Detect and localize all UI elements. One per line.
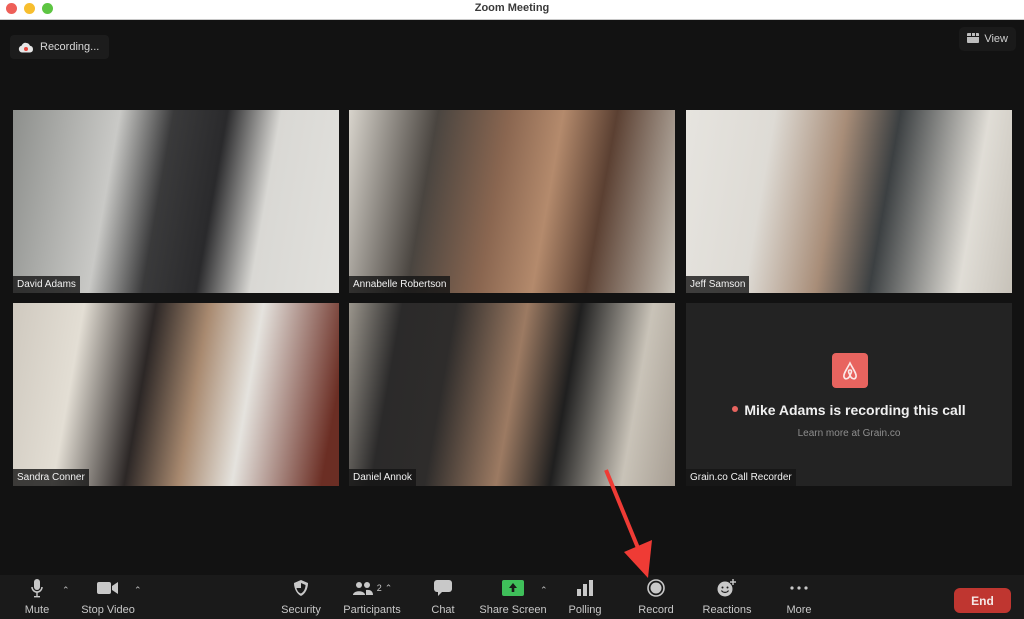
participant-name: David Adams — [13, 276, 80, 293]
mute-button[interactable]: Mute — [18, 575, 56, 619]
recording-label: Recording... — [40, 41, 100, 53]
video-options-caret[interactable]: ⌃ — [134, 585, 142, 596]
more-button[interactable]: More — [784, 575, 814, 619]
polling-button[interactable]: Polling — [566, 575, 604, 619]
title-bar: Zoom Meeting — [0, 0, 1024, 20]
participants-count: 2 — [376, 583, 382, 593]
participant-name: Annabelle Robertson — [349, 276, 451, 293]
shield-icon — [293, 575, 309, 601]
bar-chart-icon — [577, 575, 593, 601]
end-meeting-button[interactable]: End — [954, 588, 1011, 613]
participant-name: Jeff Samson — [686, 276, 750, 293]
more-label: More — [786, 604, 812, 616]
video-camera-icon — [97, 575, 119, 601]
chat-button[interactable]: Chat — [428, 575, 458, 619]
share-options-caret[interactable]: ⌃ — [540, 585, 548, 596]
stop-video-button[interactable]: Stop Video — [78, 575, 138, 619]
share-screen-label: Share Screen — [479, 604, 547, 616]
video-tile[interactable]: Sandra Conner — [13, 303, 339, 486]
grid-view-icon — [967, 32, 980, 46]
mute-label: Mute — [24, 604, 50, 616]
meeting-toolbar: Mute ⌃ Stop Video ⌃ Security 2 ⌃ Partici… — [0, 575, 1024, 619]
video-tile[interactable]: Daniel Annok — [349, 303, 675, 486]
participants-button[interactable]: 2 ⌃ Participants — [340, 575, 404, 619]
participants-options-caret[interactable]: ⌃ — [385, 583, 393, 594]
record-icon — [647, 575, 665, 601]
record-label: Record — [638, 604, 674, 616]
record-button[interactable]: Record — [636, 575, 676, 619]
learn-more-text[interactable]: Learn more at Grain.co — [686, 428, 1012, 439]
recording-dot-icon — [732, 406, 739, 413]
recording-indicator[interactable]: Recording... — [10, 35, 110, 59]
smiley-plus-icon — [717, 575, 737, 601]
recording-notice: Mike Adams is recording this call — [686, 402, 1012, 418]
participants-label: Participants — [343, 604, 401, 616]
video-tile[interactable]: David Adams — [13, 110, 339, 293]
people-icon — [352, 582, 373, 595]
share-screen-icon — [502, 575, 524, 601]
cloud-record-icon — [18, 42, 34, 53]
polling-label: Polling — [568, 604, 602, 616]
window-title: Zoom Meeting — [474, 2, 550, 14]
mute-options-caret[interactable]: ⌃ — [62, 585, 70, 596]
security-button[interactable]: Security — [278, 575, 324, 619]
microphone-icon — [30, 575, 44, 601]
chat-bubble-icon — [434, 575, 452, 601]
stop-video-label: Stop Video — [81, 604, 135, 616]
reactions-button[interactable]: Reactions — [700, 575, 754, 619]
view-button[interactable]: View — [959, 27, 1016, 51]
video-tile[interactable]: Annabelle Robertson — [349, 110, 675, 293]
chat-label: Chat — [431, 604, 455, 616]
reactions-label: Reactions — [702, 604, 752, 616]
video-tile[interactable]: Jeff Samson — [686, 110, 1012, 293]
share-screen-button[interactable]: Share Screen — [478, 575, 548, 619]
recorder-tile[interactable]: Mike Adams is recording this call Learn … — [686, 303, 1012, 486]
ellipsis-icon — [790, 575, 808, 601]
participant-name: Daniel Annok — [349, 469, 416, 486]
recording-message: Mike Adams is recording this call — [744, 402, 966, 418]
view-label: View — [984, 33, 1008, 45]
participant-name: Grain.co Call Recorder — [686, 469, 796, 486]
security-label: Security — [281, 604, 321, 616]
participant-name: Sandra Conner — [13, 469, 89, 486]
grain-logo-icon — [832, 353, 868, 388]
participants-icon-group: 2 ⌃ — [352, 575, 393, 601]
